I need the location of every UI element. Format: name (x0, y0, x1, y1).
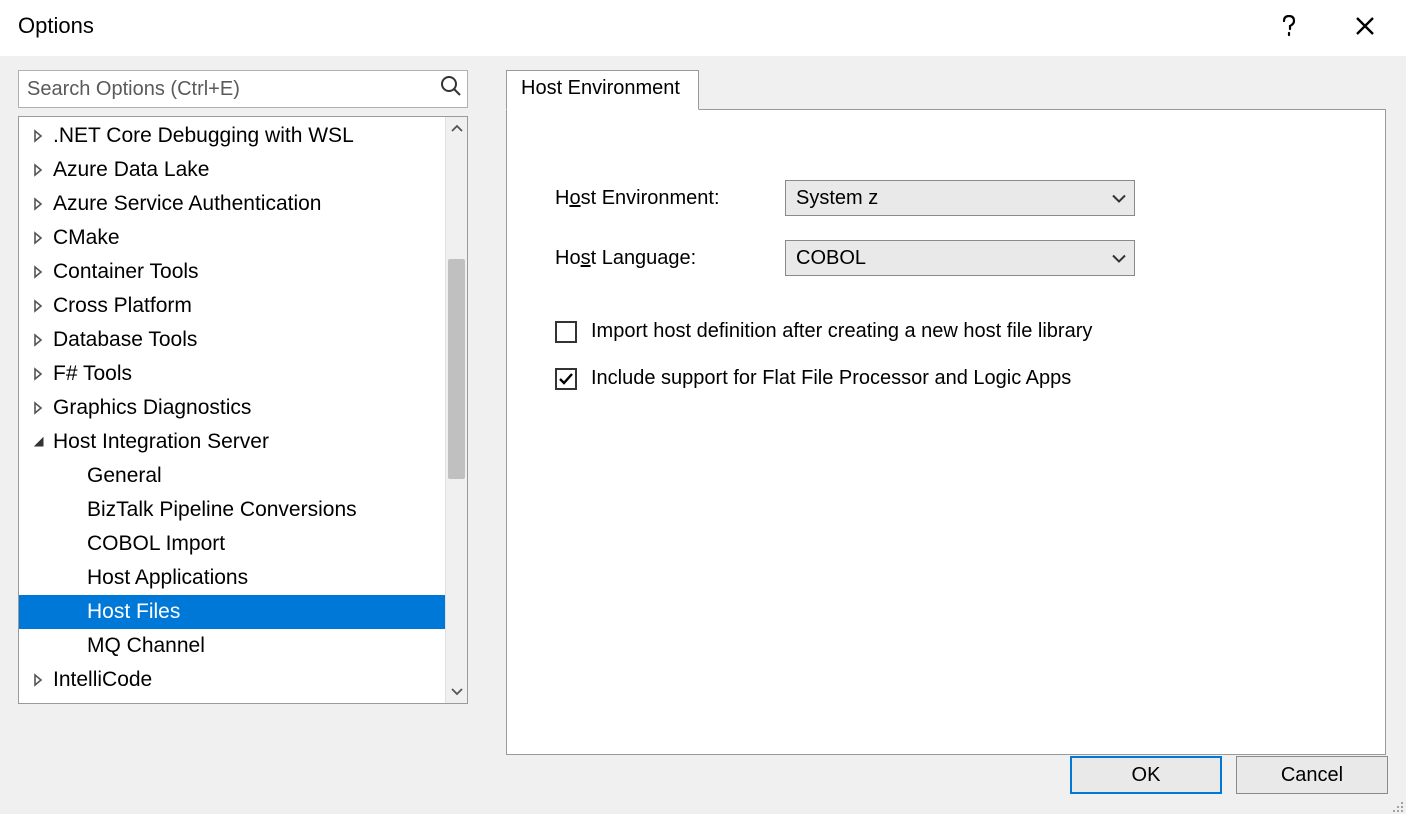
arrow-collapsed-icon[interactable] (29, 299, 47, 313)
settings-panel: Host Environment Host Environment: Syste… (506, 70, 1386, 756)
tree-item-label: Container Tools (53, 260, 199, 284)
options-tree[interactable]: .NET Core Debugging with WSL Azure Data L… (19, 117, 445, 703)
tree-item[interactable]: IntelliCode (19, 663, 445, 697)
checkbox-box[interactable] (555, 321, 577, 343)
row-host-environment: Host Environment: System z (555, 180, 1345, 216)
cancel-button[interactable]: Cancel (1236, 756, 1388, 794)
arrow-collapsed-icon[interactable] (29, 265, 47, 279)
tree-item-label: Host Integration Server (53, 430, 269, 454)
tree-item[interactable]: COBOL Import (19, 527, 445, 561)
select-host-language-value: COBOL (785, 240, 1135, 276)
tree-item[interactable]: Graphics Diagnostics (19, 391, 445, 425)
tree-item-label: Graphics Diagnostics (53, 396, 251, 420)
tree-scrollbar[interactable] (445, 117, 467, 703)
tree-item[interactable]: Azure Service Authentication (19, 187, 445, 221)
arrow-collapsed-icon[interactable] (29, 231, 47, 245)
tree-item[interactable]: BizTalk Pipeline Conversions (19, 493, 445, 527)
options-tree-panel: .NET Core Debugging with WSL Azure Data L… (18, 116, 468, 704)
tree-item-label: Host Applications (87, 566, 248, 590)
tree-item-label: MQ Channel (87, 634, 205, 658)
tree-item[interactable]: Cross Platform (19, 289, 445, 323)
close-icon (1355, 16, 1375, 36)
checkbox-box[interactable] (555, 368, 577, 390)
tree-item-label: Azure Data Lake (53, 158, 209, 182)
search-container (18, 70, 468, 108)
checkbox-import-host-definition[interactable]: Import host definition after creating a … (555, 320, 1345, 343)
tree-item[interactable]: .NET Core Debugging with WSL (19, 119, 445, 153)
tree-item[interactable]: CMake (19, 221, 445, 255)
tree-item-label: BizTalk Pipeline Conversions (87, 498, 357, 522)
tree-item[interactable]: Database Tools (19, 323, 445, 357)
close-button[interactable] (1342, 8, 1388, 44)
tab-host-environment[interactable]: Host Environment (506, 70, 699, 110)
select-host-environment[interactable]: System z (785, 180, 1135, 216)
resize-grip[interactable] (1388, 796, 1404, 812)
tree-item-label: CMake (53, 226, 120, 250)
tree-item[interactable]: Azure Data Lake (19, 153, 445, 187)
tree-item-label: General (87, 464, 162, 488)
arrow-collapsed-icon[interactable] (29, 673, 47, 687)
scroll-up-button[interactable] (446, 117, 467, 139)
dialog-body: .NET Core Debugging with WSL Azure Data L… (0, 56, 1406, 814)
question-icon (1282, 15, 1296, 37)
arrow-collapsed-icon[interactable] (29, 401, 47, 415)
checkbox-label: Import host definition after creating a … (591, 320, 1092, 343)
tree-item-label: Database Tools (53, 328, 197, 352)
row-host-language: Host Language: COBOL (555, 240, 1345, 276)
arrow-collapsed-icon[interactable] (29, 129, 47, 143)
label-host-environment: Host Environment: (555, 187, 785, 210)
title-bar: Options (0, 0, 1406, 56)
dialog-buttons: OK Cancel (1070, 756, 1388, 794)
tree-item[interactable]: MQ Channel (19, 629, 445, 663)
checkbox-label: Include support for Flat File Processor … (591, 367, 1071, 390)
tree-item[interactable]: Host Files (19, 595, 445, 629)
tree-item-label: IntelliCode (53, 668, 152, 692)
arrow-expanded-icon[interactable] (29, 436, 47, 448)
tree-item-label: F# Tools (53, 362, 132, 386)
tree-item-label: COBOL Import (87, 532, 225, 556)
tree-item-label: Cross Platform (53, 294, 192, 318)
tree-item[interactable]: Container Tools (19, 255, 445, 289)
tree-item[interactable]: Host Integration Server (19, 425, 445, 459)
arrow-collapsed-icon[interactable] (29, 163, 47, 177)
tab-page: Host Environment: System z Host Language… (506, 109, 1386, 755)
tab-bar: Host Environment (506, 70, 1386, 110)
tree-item-label: Host Files (87, 600, 180, 624)
arrow-collapsed-icon[interactable] (29, 333, 47, 347)
arrow-collapsed-icon[interactable] (29, 367, 47, 381)
tree-item[interactable]: F# Tools (19, 357, 445, 391)
select-host-environment-value: System z (785, 180, 1135, 216)
scroll-track[interactable] (446, 139, 467, 681)
scroll-thumb[interactable] (448, 259, 465, 479)
tree-item-label: .NET Core Debugging with WSL (53, 124, 354, 148)
arrow-collapsed-icon[interactable] (29, 197, 47, 211)
scroll-down-button[interactable] (446, 681, 467, 703)
window-title: Options (18, 13, 1236, 39)
tree-item[interactable]: General (19, 459, 445, 493)
tree-item-label: Azure Service Authentication (53, 192, 322, 216)
help-button[interactable] (1266, 8, 1312, 44)
checkbox-flat-file-support[interactable]: Include support for Flat File Processor … (555, 367, 1345, 390)
ok-button[interactable]: OK (1070, 756, 1222, 794)
search-input[interactable] (18, 70, 468, 108)
label-host-language: Host Language: (555, 247, 785, 270)
select-host-language[interactable]: COBOL (785, 240, 1135, 276)
tree-item[interactable]: Host Applications (19, 561, 445, 595)
